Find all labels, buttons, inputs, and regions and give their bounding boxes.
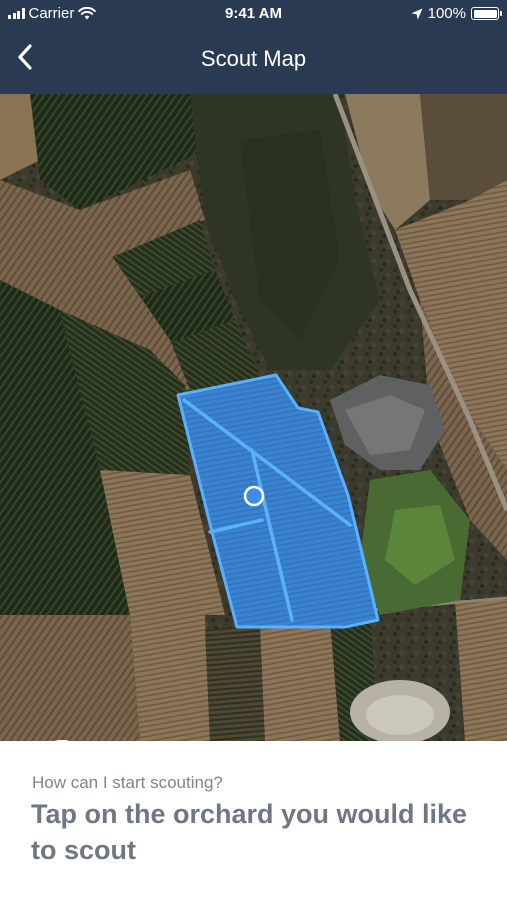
status-right: 100% xyxy=(411,5,502,22)
bottom-sheet: How can I start scouting? Tap on the orc… xyxy=(0,741,507,900)
battery-icon xyxy=(471,7,502,20)
header: Carrier 9:41 AM 100% Scout Map xyxy=(0,0,507,94)
nav-bar: Scout Map xyxy=(0,28,507,94)
map-view[interactable] xyxy=(0,94,507,741)
help-question: How can I start scouting? xyxy=(32,773,223,792)
instruction-text: Tap on the orchard you would like to sco… xyxy=(31,799,468,865)
user-location-dot xyxy=(243,485,265,507)
page-title: Scout Map xyxy=(200,46,307,71)
satellite-imagery[interactable] xyxy=(0,94,507,741)
battery-percent: 100% xyxy=(427,5,466,22)
status-bar: Carrier 9:41 AM 100% xyxy=(0,0,507,28)
location-arrow-icon xyxy=(411,8,423,19)
